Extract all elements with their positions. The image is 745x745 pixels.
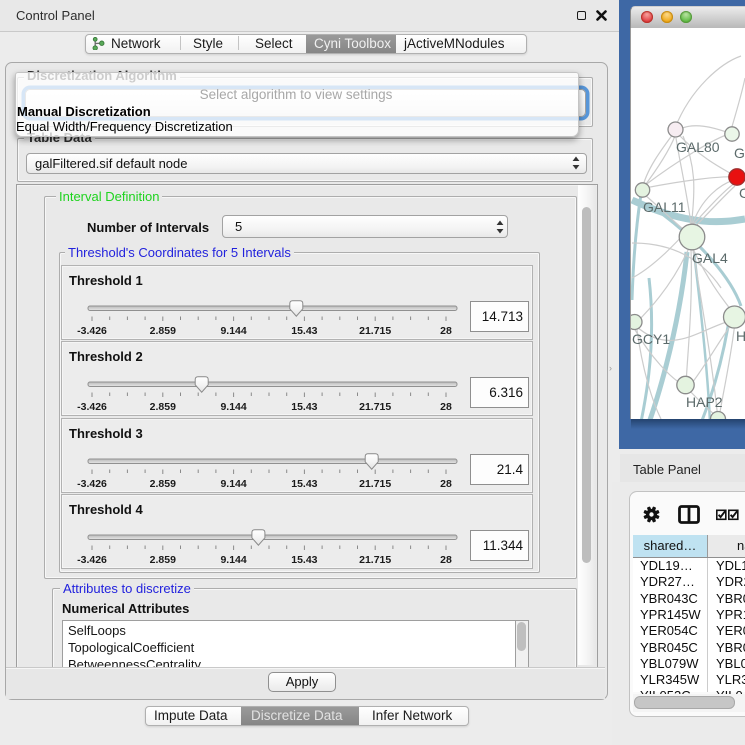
svg-text:GAL11: GAL11: [643, 199, 686, 215]
svg-text:HAP2: HAP2: [686, 394, 723, 410]
svg-text:GAL80: GAL80: [676, 139, 720, 155]
svg-text:GAL4: GAL4: [692, 250, 728, 266]
svg-text:GCY1: GCY1: [632, 331, 670, 347]
svg-text:GA: GA: [734, 145, 745, 161]
svg-text:C: C: [739, 185, 745, 201]
svg-text:H: H: [736, 328, 745, 344]
